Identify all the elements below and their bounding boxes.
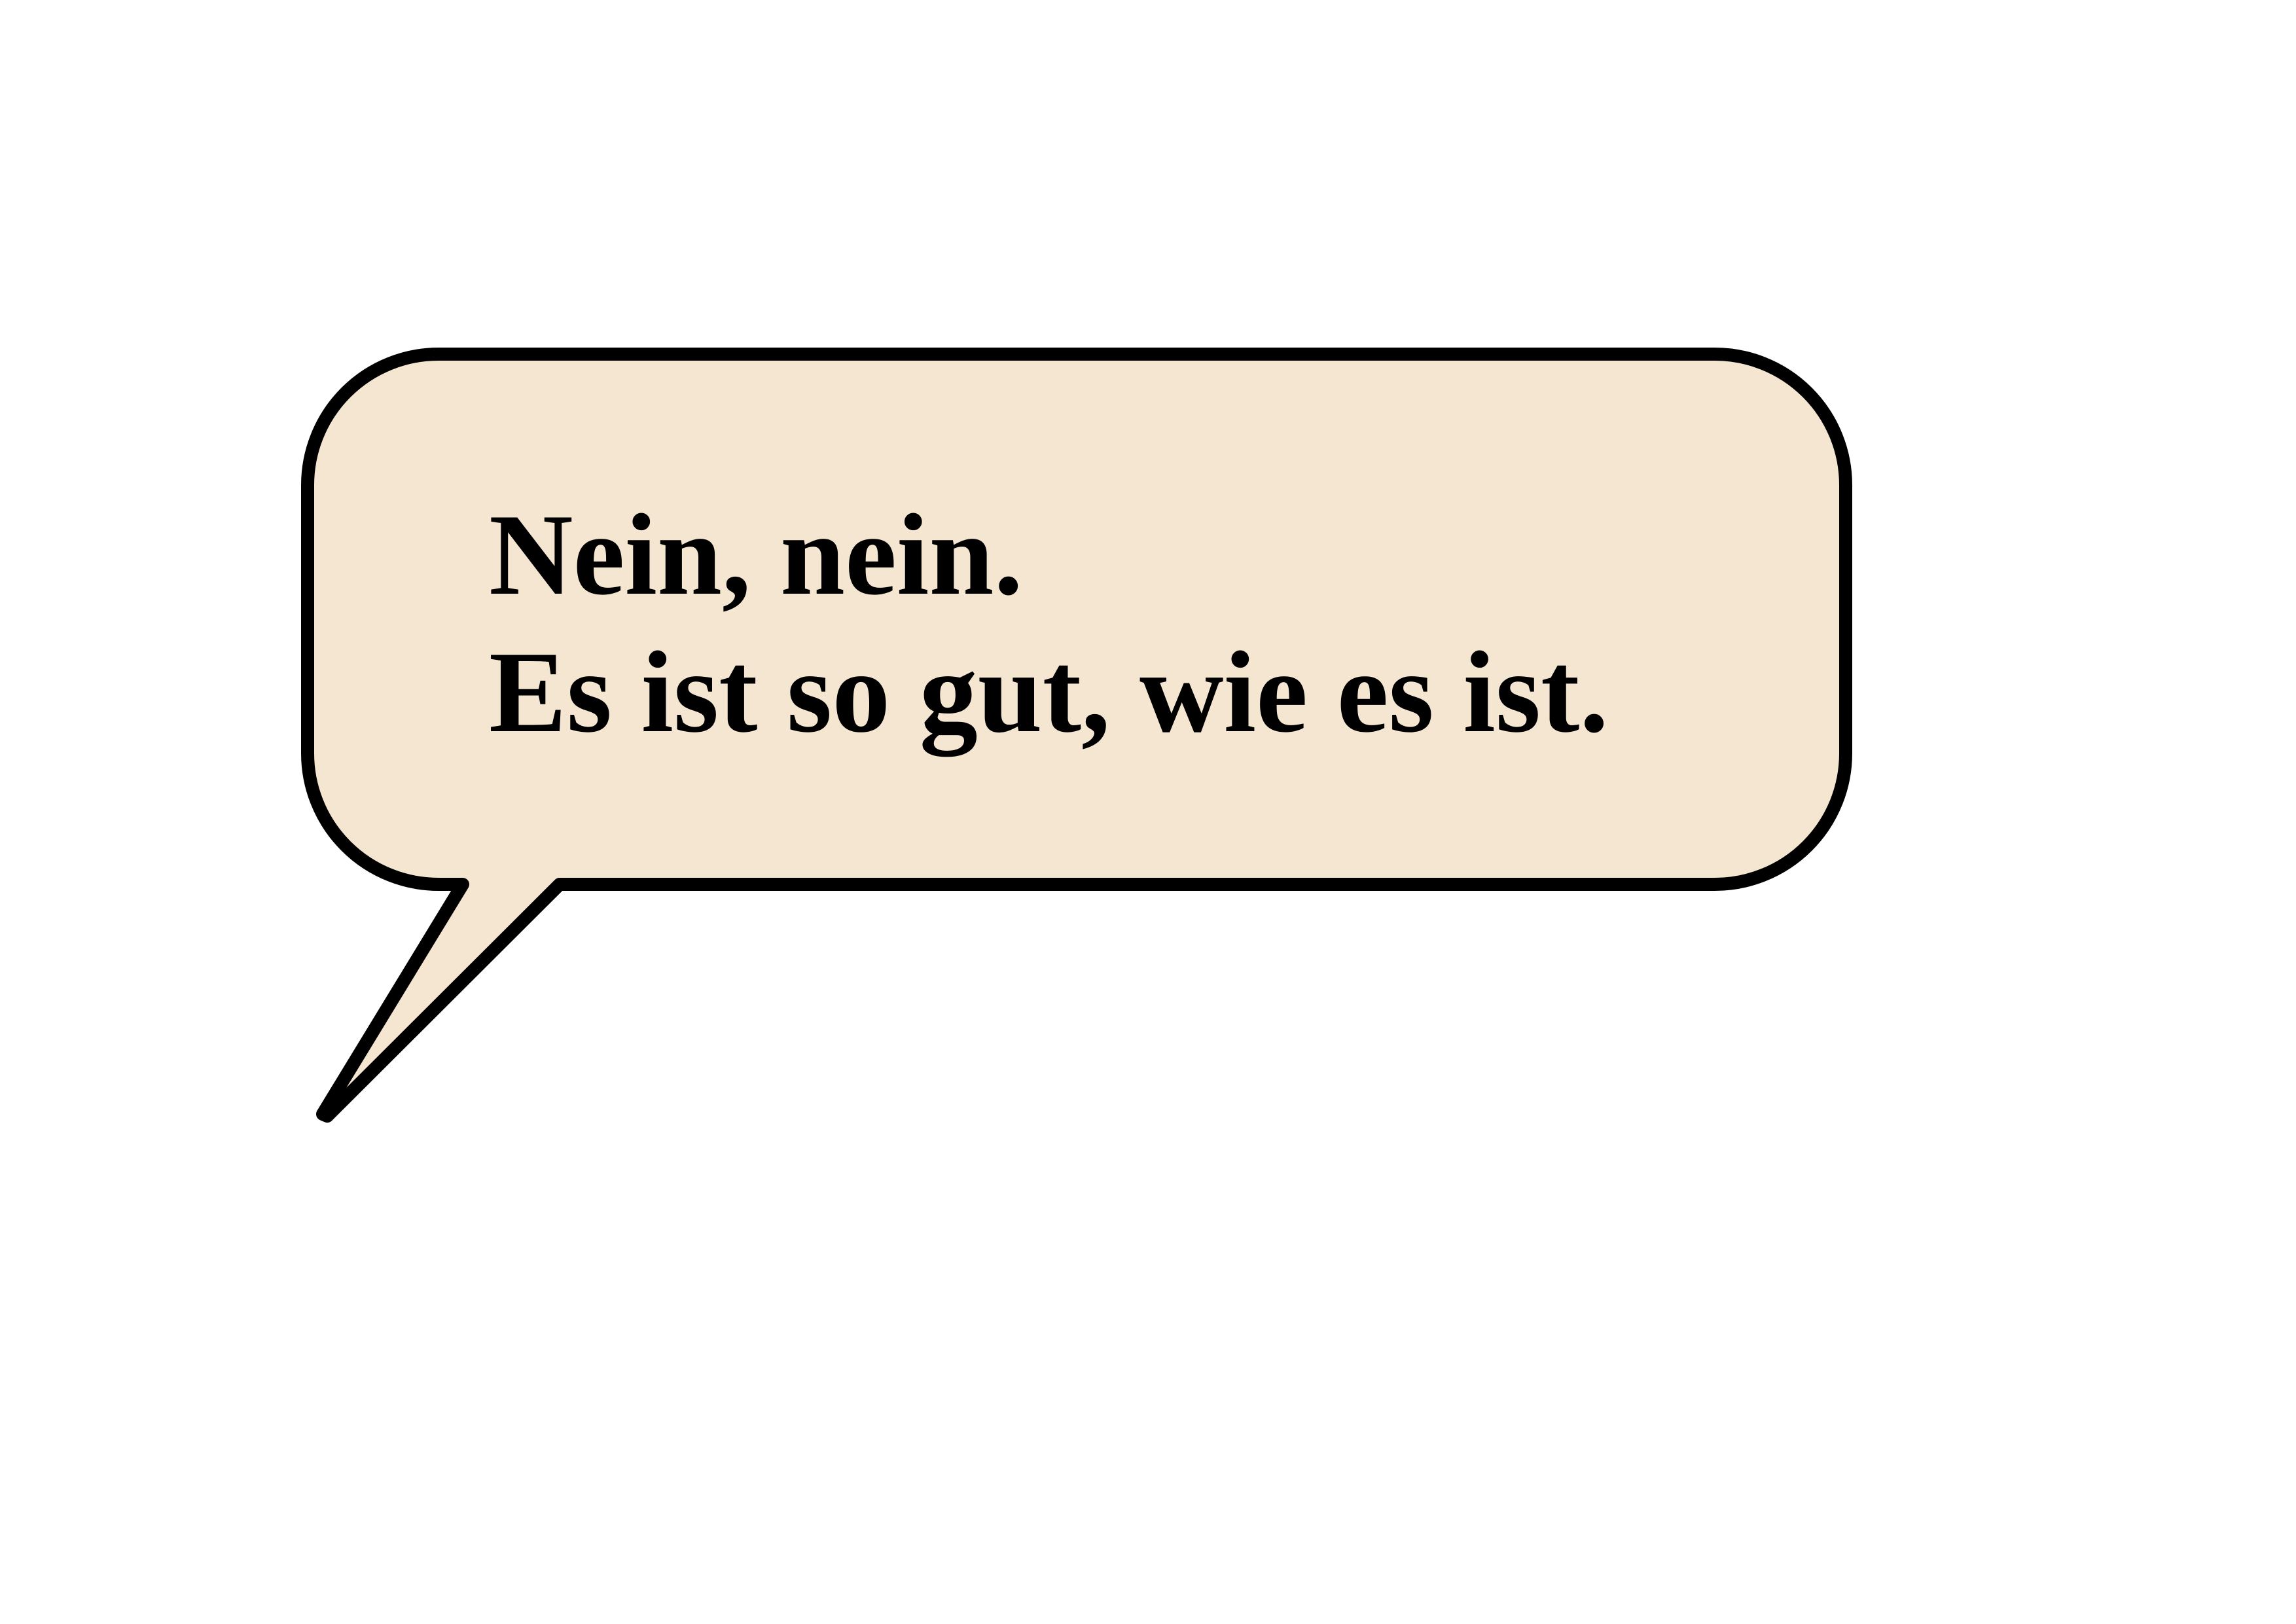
page: { "speech_bubble": { "lines": [ "Nein, n… xyxy=(0,0,2296,1624)
speech-line-1: Nein, nein. xyxy=(489,490,1023,619)
speech-bubble-shape xyxy=(301,348,1852,1123)
speech-bubble-text: Nein, nein. Es ist so gut, wie es ist. xyxy=(489,486,1609,761)
speech-line-2: Es ist so gut, wie es ist. xyxy=(489,627,1609,757)
